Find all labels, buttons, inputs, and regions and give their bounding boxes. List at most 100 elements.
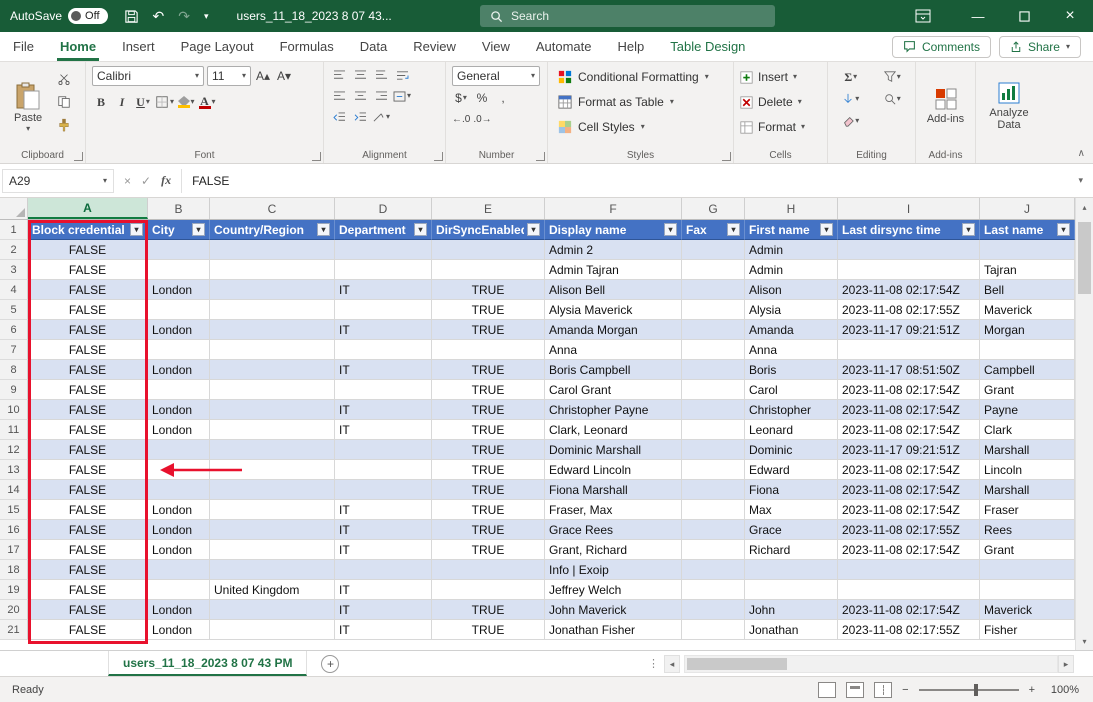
cell-J3[interactable]: Tajran bbox=[980, 260, 1075, 280]
cell-H13[interactable]: Edward bbox=[745, 460, 838, 480]
cell-J6[interactable]: Morgan bbox=[980, 320, 1075, 340]
cell-J7[interactable] bbox=[980, 340, 1075, 360]
analyze-data-button[interactable]: Analyze Data bbox=[982, 66, 1036, 147]
cell-E19[interactable] bbox=[432, 580, 545, 600]
cell-F3[interactable]: Admin Tajran bbox=[545, 260, 682, 280]
cell-E8[interactable]: TRUE bbox=[432, 360, 545, 380]
cell-E2[interactable] bbox=[432, 240, 545, 260]
row-header-20[interactable]: 20 bbox=[0, 600, 28, 620]
find-select-button[interactable]: ▾ bbox=[876, 90, 910, 108]
cell-I19[interactable] bbox=[838, 580, 980, 600]
table-header-country-region[interactable]: Country/Region▾ bbox=[210, 220, 335, 240]
paste-button[interactable]: Paste ▾ bbox=[6, 66, 50, 147]
cell-B11[interactable]: London bbox=[148, 420, 210, 440]
cell-G17[interactable] bbox=[682, 540, 745, 560]
number-dialog-launcher[interactable] bbox=[536, 152, 545, 161]
table-header-last-dirsync-time[interactable]: Last dirsync time▾ bbox=[838, 220, 980, 240]
cell-H21[interactable]: Jonathan bbox=[745, 620, 838, 640]
cell-D5[interactable] bbox=[335, 300, 432, 320]
expand-formula-bar-button[interactable]: ▾ bbox=[1078, 175, 1093, 186]
delete-cells-button[interactable]: Delete ▾ bbox=[740, 91, 821, 113]
zoom-slider[interactable] bbox=[919, 689, 1019, 691]
cell-J13[interactable]: Lincoln bbox=[980, 460, 1075, 480]
fill-button[interactable]: ▾ bbox=[834, 90, 868, 108]
horizontal-scrollbar[interactable] bbox=[684, 655, 1058, 673]
cell-A6[interactable]: FALSE bbox=[28, 320, 148, 340]
page-layout-view-button[interactable] bbox=[846, 682, 864, 698]
cell-D3[interactable] bbox=[335, 260, 432, 280]
row-header-12[interactable]: 12 bbox=[0, 440, 28, 460]
scroll-up-arrow[interactable]: ▴ bbox=[1076, 198, 1093, 216]
ribbon-tab-view[interactable]: View bbox=[469, 32, 523, 61]
zoom-slider-thumb[interactable] bbox=[974, 684, 978, 696]
cell-D20[interactable]: IT bbox=[335, 600, 432, 620]
cell-E6[interactable]: TRUE bbox=[432, 320, 545, 340]
cell-G21[interactable] bbox=[682, 620, 745, 640]
filter-button[interactable]: ▾ bbox=[527, 223, 540, 236]
cell-F16[interactable]: Grace Rees bbox=[545, 520, 682, 540]
cell-J21[interactable]: Fisher bbox=[980, 620, 1075, 640]
font-color-button[interactable]: A ▾ bbox=[198, 93, 216, 111]
cell-G2[interactable] bbox=[682, 240, 745, 260]
cell-C17[interactable] bbox=[210, 540, 335, 560]
scroll-down-arrow[interactable]: ▾ bbox=[1076, 632, 1093, 650]
cell-E4[interactable]: TRUE bbox=[432, 280, 545, 300]
bold-button[interactable]: B bbox=[92, 93, 110, 111]
cell-B8[interactable]: London bbox=[148, 360, 210, 380]
cell-E21[interactable]: TRUE bbox=[432, 620, 545, 640]
ribbon-tab-help[interactable]: Help bbox=[605, 32, 658, 61]
cell-D11[interactable]: IT bbox=[335, 420, 432, 440]
scroll-left-arrow[interactable]: ◂ bbox=[664, 655, 680, 673]
table-header-first-name[interactable]: First name▾ bbox=[745, 220, 838, 240]
vertical-scrollbar[interactable]: ▴ ▾ bbox=[1075, 198, 1093, 650]
confirm-entry-button[interactable]: ✓ bbox=[141, 174, 151, 188]
cell-J15[interactable]: Fraser bbox=[980, 500, 1075, 520]
cell-J16[interactable]: Rees bbox=[980, 520, 1075, 540]
font-name-combo[interactable]: Calibri▾ bbox=[92, 66, 204, 86]
align-bottom-button[interactable] bbox=[372, 66, 390, 84]
wrap-text-button[interactable] bbox=[393, 66, 411, 84]
column-header-B[interactable]: B bbox=[148, 198, 210, 219]
cell-D8[interactable]: IT bbox=[335, 360, 432, 380]
cell-E13[interactable]: TRUE bbox=[432, 460, 545, 480]
share-button[interactable]: Share ▾ bbox=[999, 36, 1081, 58]
cell-A21[interactable]: FALSE bbox=[28, 620, 148, 640]
cell-A17[interactable]: FALSE bbox=[28, 540, 148, 560]
cell-A20[interactable]: FALSE bbox=[28, 600, 148, 620]
cell-B10[interactable]: London bbox=[148, 400, 210, 420]
cell-J17[interactable]: Grant bbox=[980, 540, 1075, 560]
row-header-16[interactable]: 16 bbox=[0, 520, 28, 540]
search-input[interactable]: Search bbox=[480, 5, 775, 27]
align-right-button[interactable] bbox=[372, 87, 390, 105]
cell-A7[interactable]: FALSE bbox=[28, 340, 148, 360]
ribbon-tab-automate[interactable]: Automate bbox=[523, 32, 605, 61]
cell-H8[interactable]: Boris bbox=[745, 360, 838, 380]
cell-A3[interactable]: FALSE bbox=[28, 260, 148, 280]
cell-G4[interactable] bbox=[682, 280, 745, 300]
cell-G14[interactable] bbox=[682, 480, 745, 500]
cell-C13[interactable] bbox=[210, 460, 335, 480]
cell-C12[interactable] bbox=[210, 440, 335, 460]
cell-A14[interactable]: FALSE bbox=[28, 480, 148, 500]
row-header-8[interactable]: 8 bbox=[0, 360, 28, 380]
cell-G19[interactable] bbox=[682, 580, 745, 600]
cell-D18[interactable] bbox=[335, 560, 432, 580]
cell-B21[interactable]: London bbox=[148, 620, 210, 640]
addins-button[interactable]: Add-ins bbox=[922, 66, 969, 147]
autosave-toggle[interactable]: AutoSave Off bbox=[10, 8, 108, 24]
ribbon-tab-home[interactable]: Home bbox=[47, 32, 109, 61]
maximize-button[interactable] bbox=[1001, 0, 1047, 32]
table-header-fax[interactable]: Fax▾ bbox=[682, 220, 745, 240]
row-header-4[interactable]: 4 bbox=[0, 280, 28, 300]
filter-button[interactable]: ▾ bbox=[1057, 223, 1070, 236]
increase-font-size-button[interactable]: A▴ bbox=[254, 67, 272, 85]
cell-F21[interactable]: Jonathan Fisher bbox=[545, 620, 682, 640]
increase-indent-button[interactable] bbox=[351, 108, 369, 126]
cell-H12[interactable]: Dominic bbox=[745, 440, 838, 460]
cell-B18[interactable] bbox=[148, 560, 210, 580]
filter-button[interactable]: ▾ bbox=[317, 223, 330, 236]
cell-I18[interactable] bbox=[838, 560, 980, 580]
cell-F19[interactable]: Jeffrey Welch bbox=[545, 580, 682, 600]
cell-E9[interactable]: TRUE bbox=[432, 380, 545, 400]
align-center-button[interactable] bbox=[351, 87, 369, 105]
